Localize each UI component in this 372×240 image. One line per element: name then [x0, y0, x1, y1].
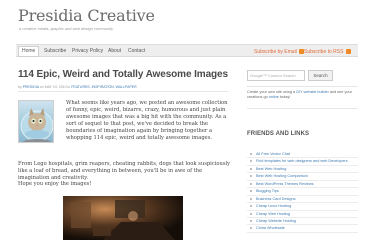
search-button[interactable]: Search [308, 70, 333, 81]
sidebar-divider [247, 108, 358, 109]
bullet-icon [250, 190, 252, 193]
list-item[interactable]: Best Web Hosting [247, 166, 358, 174]
sidebar-divider [247, 86, 358, 87]
link-label: Best Web Hosting Comparison [256, 174, 308, 179]
nav-item-home[interactable]: Home [18, 46, 40, 57]
link-label: Cheap Web Hosting [256, 211, 290, 216]
nav-item-contact[interactable]: Contact [125, 47, 148, 56]
nav-item-subscribe[interactable]: Subscribe [41, 47, 69, 56]
post-paragraph: Hope you enjoy the images! [18, 181, 92, 187]
post-author-link[interactable]: PRESIDIA [23, 85, 39, 89]
subscribe-email-link[interactable]: Subscribe by Email [254, 48, 305, 56]
link-label: Blogging Tips [256, 189, 279, 194]
bullet-icon [250, 160, 252, 163]
post-title[interactable]: 114 Epic, Weird and Totally Awesome Imag… [18, 69, 228, 80]
bullet-icon [250, 197, 252, 200]
link-label: Cheap Linux Hosting [256, 204, 292, 209]
list-item[interactable]: Find templates for web designers and web… [247, 158, 358, 166]
link-label: All Free Vector Chat [256, 152, 290, 156]
bullet-icon [250, 153, 252, 155]
site-title[interactable]: Presidia Creative [18, 6, 155, 25]
post-featured-image[interactable] [63, 196, 183, 240]
post-thumbnail-image[interactable] [18, 100, 54, 143]
promo-text-post: today! [278, 95, 291, 99]
bullet-icon [250, 205, 252, 208]
link-label: Cheap Website Hosting [256, 218, 296, 223]
site-tagline: a creative media, graphic and web design… [19, 26, 114, 31]
promo-link-online[interactable]: online [269, 95, 279, 99]
link-label: Best Web Hosting [256, 166, 287, 171]
post-paragraph: What seems like years ago, we posted an … [66, 100, 228, 141]
nav-item-privacy-policy[interactable]: Privacy Policy [69, 47, 106, 56]
link-label: Business Card Designs [256, 196, 296, 201]
post-categories-link[interactable]: FEATURES, INSPIRATION, WALLPAPER [71, 85, 136, 89]
promo-text-pre: Create your own site using a [247, 90, 297, 94]
list-item[interactable]: Cheap Web Hosting [247, 211, 358, 218]
bullet-icon [250, 175, 252, 178]
post-meta: by PRESIDIA on MAY 24, 2010 in FEATURES,… [18, 85, 137, 89]
bullet-icon [250, 227, 252, 230]
subscribe-rss-link[interactable]: Subscribe to RSS [304, 48, 351, 56]
friends-links-list: All Free Vector Chat Find templates for … [247, 151, 358, 233]
list-item[interactable]: Best Web Hosting Comparison [247, 173, 358, 181]
post-meta-date: on MAY 24, 2010 in [39, 85, 71, 89]
friends-links-heading: FRIENDS AND LINKS [247, 131, 310, 137]
main-navigation: Home Subscribe Privacy Policy About Cont… [16, 44, 358, 57]
subscribe-rss-label: Subscribe to RSS [304, 49, 344, 55]
search-input[interactable]: Google™ Custom Search [247, 70, 305, 81]
list-item[interactable]: Cheap Linux Hosting [247, 203, 358, 211]
post-meta-by: by [18, 85, 22, 89]
rss-icon [345, 49, 351, 55]
list-item[interactable]: Best WordPress Themes Reviews [247, 181, 358, 189]
cat-in-fishbowl-illustration [20, 108, 53, 142]
promo-link-website-builder[interactable]: DIY website builder [296, 90, 329, 94]
list-item[interactable]: China Wholesale [247, 225, 358, 233]
post-paragraph: From Lego hospitals, grim reapers, cheat… [18, 161, 231, 181]
post-divider [18, 91, 228, 92]
sidebar-promo-text: Create your own site using a DIY website… [247, 90, 357, 100]
list-item[interactable]: Business Card Designs [247, 196, 358, 204]
dark-bedroom-scene-illustration [63, 196, 183, 240]
bullet-icon [250, 182, 252, 185]
subscribe-email-label: Subscribe by Email [254, 49, 297, 55]
bullet-icon [250, 219, 252, 222]
list-item[interactable]: Blogging Tips [247, 188, 358, 196]
nav-item-about[interactable]: About [105, 47, 124, 56]
bullet-icon [250, 167, 252, 170]
link-label: Best WordPress Themes Reviews [256, 181, 314, 186]
list-item[interactable]: All Free Vector Chat [247, 151, 358, 159]
link-label: Find templates for web designers and web… [256, 159, 348, 164]
bullet-icon [250, 212, 252, 215]
link-label: China Wholesale [256, 226, 285, 231]
list-item[interactable]: Cheap Website Hosting [247, 218, 358, 226]
